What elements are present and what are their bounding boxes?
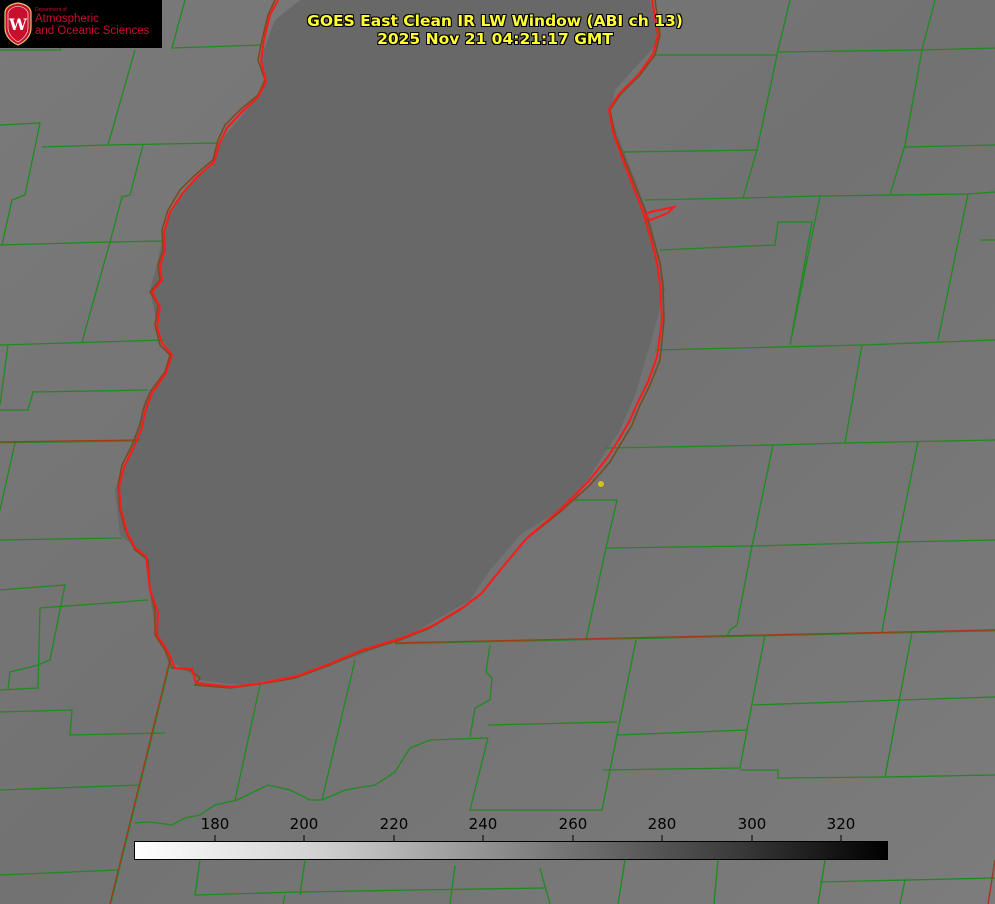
- title-timestamp: 2025 Nov 21 04:21:17 GMT: [377, 30, 613, 48]
- colorbar-tick-label: 260: [558, 815, 588, 833]
- colorbar-tick-label: 180: [200, 815, 230, 833]
- uw-aos-logo: W Department of Atmospheric and Oceanic …: [0, 0, 162, 48]
- colorbar-gradient: [134, 841, 888, 860]
- satellite-image-viewer: W Department of Atmospheric and Oceanic …: [0, 0, 995, 904]
- uw-shield-icon: W: [4, 2, 32, 46]
- title-product: GOES East Clean IR LW Window (ABI ch 13): [307, 12, 683, 30]
- logo-line-2: and Oceanic Sciences: [35, 25, 150, 38]
- colorbar-tick-label: 320: [826, 815, 856, 833]
- location-dot-icon: [598, 481, 604, 487]
- image-title: GOES East Clean IR LW Window (ABI ch 13)…: [290, 12, 700, 48]
- satellite-map: [0, 0, 995, 904]
- colorbar-tick-label: 300: [737, 815, 767, 833]
- colorbar-tick-label: 200: [289, 815, 319, 833]
- logo-text: Department of Atmospheric and Oceanic Sc…: [35, 7, 150, 38]
- colorbar-tick-label: 220: [379, 815, 409, 833]
- colorbar-tick-label: 240: [468, 815, 498, 833]
- shield-letter: W: [8, 15, 28, 34]
- colorbar-tick-label: 280: [647, 815, 677, 833]
- logo-line-1: Atmospheric: [35, 13, 99, 26]
